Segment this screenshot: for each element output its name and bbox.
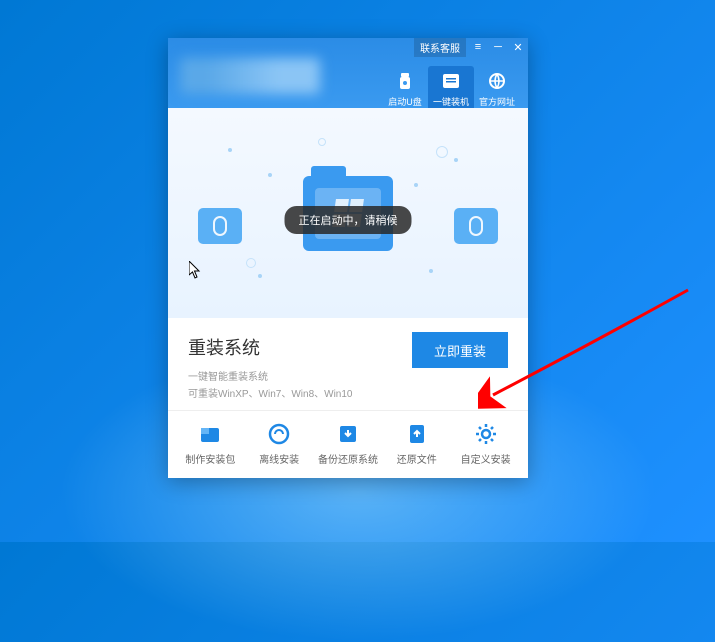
content-area: 重装系统 一键智能重装系统 可重装WinXP、Win7、Win8、Win10 立… [168, 318, 528, 410]
titlebar-controls: 联系客服 ≡ ─ ✕ [414, 38, 528, 56]
nav-tab-label: 一键装机 [433, 95, 469, 108]
device-icon-left [198, 208, 242, 244]
package-icon [197, 421, 223, 447]
tool-label: 还原文件 [397, 451, 437, 466]
page-description: 可重装WinXP、Win7、Win8、Win10 [188, 385, 508, 400]
tool-custom-install[interactable]: 自定义安装 [456, 421, 516, 466]
app-logo [180, 58, 320, 94]
close-icon[interactable]: ✕ [508, 38, 528, 56]
nav-tab-label: 官方网址 [479, 95, 515, 108]
device-icon-right [454, 208, 498, 244]
titlebar: 联系客服 ≡ ─ ✕ 启动U盘 一键装机 官方网址 [168, 38, 528, 108]
gear-icon [473, 421, 499, 447]
hero-illustration: 正在启动中，请稍候 [168, 108, 528, 318]
nav-tabs: 启动U盘 一键装机 官方网址 [382, 66, 520, 114]
tool-label: 离线安装 [259, 451, 299, 466]
backup-icon [335, 421, 361, 447]
tool-restore-files[interactable]: 还原文件 [387, 421, 447, 466]
tool-create-package[interactable]: 制作安装包 [180, 421, 240, 466]
tool-label: 备份还原系统 [318, 451, 378, 466]
tool-backup-restore[interactable]: 备份还原系统 [318, 421, 378, 466]
restore-icon [404, 421, 430, 447]
bottom-toolbar: 制作安装包 离线安装 备份还原系统 还原文件 自定义安装 [168, 410, 528, 478]
usb-icon [394, 70, 416, 92]
tool-offline-install[interactable]: 离线安装 [249, 421, 309, 466]
nav-tab-usb-boot[interactable]: 启动U盘 [382, 66, 428, 114]
loading-toast: 正在启动中，请稍候 [285, 206, 412, 234]
tool-label: 制作安装包 [185, 451, 235, 466]
reinstall-now-button[interactable]: 立即重装 [412, 332, 508, 368]
nav-tab-one-click-install[interactable]: 一键装机 [428, 66, 474, 114]
install-icon [440, 70, 462, 92]
globe-icon [486, 70, 508, 92]
tool-label: 自定义安装 [461, 451, 511, 466]
minimize-icon[interactable]: ─ [488, 38, 508, 56]
offline-icon [266, 421, 292, 447]
menu-icon[interactable]: ≡ [468, 38, 488, 56]
app-window: 联系客服 ≡ ─ ✕ 启动U盘 一键装机 官方网址 [168, 38, 528, 478]
nav-tab-official-site[interactable]: 官方网址 [474, 66, 520, 114]
nav-tab-label: 启动U盘 [388, 95, 422, 108]
contact-support-button[interactable]: 联系客服 [414, 38, 466, 57]
page-subtitle: 一键智能重装系统 [188, 368, 508, 383]
